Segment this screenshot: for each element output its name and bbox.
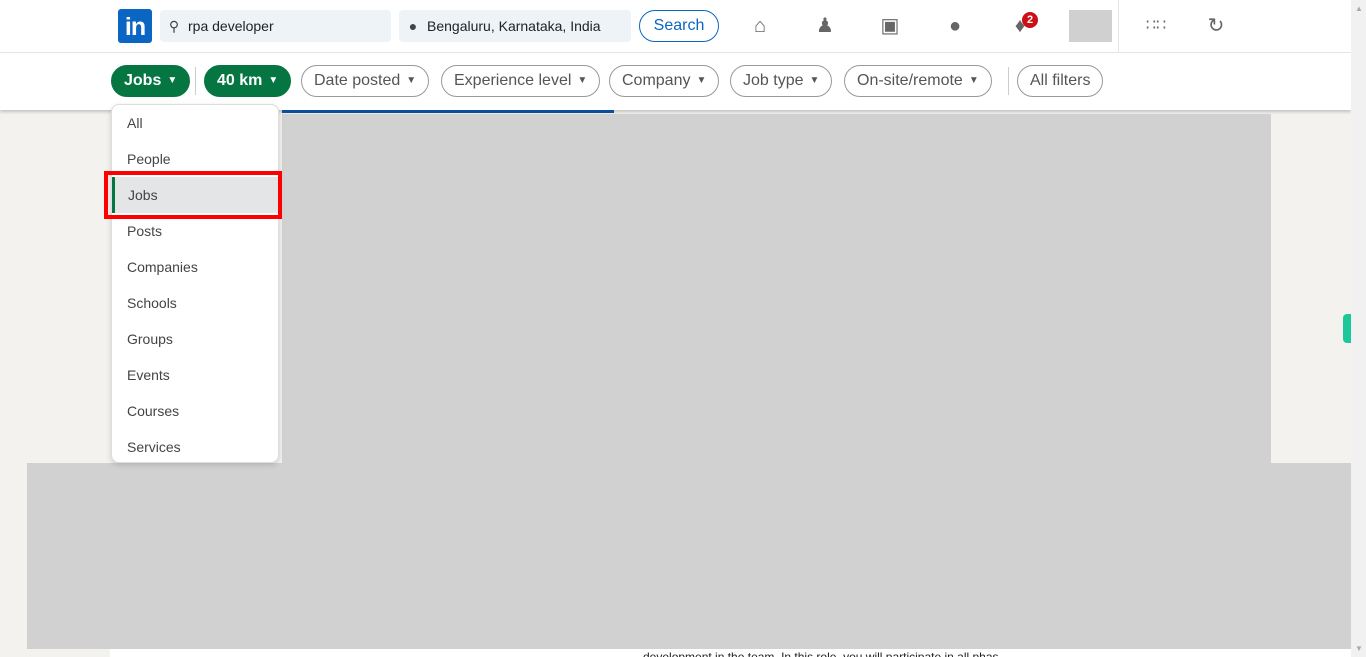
top-nav: in ⚲ rpa developer ● Bengaluru, Karnataka,… — [0, 0, 1351, 53]
advertise-icon[interactable]: ↻ — [1204, 14, 1228, 38]
jobs-icon[interactable]: ▣ — [878, 14, 902, 38]
home-icon[interactable]: ⌂ — [748, 14, 772, 38]
redacted-region — [282, 114, 1271, 463]
filter-company[interactable]: Company ▼ — [609, 65, 720, 97]
filter-jobs[interactable]: Jobs ▼ — [111, 65, 191, 97]
filter-experience-level[interactable]: Experience level ▼ — [441, 65, 601, 97]
linkedin-logo[interactable]: in — [118, 9, 152, 43]
job-list-top-border — [282, 110, 614, 113]
dropdown-item-events[interactable]: Events — [112, 357, 278, 393]
dropdown-item-schools[interactable]: Schools — [112, 285, 278, 321]
filter-job-type[interactable]: Job type ▼ — [730, 65, 833, 97]
caret-down-icon: ▼ — [406, 75, 417, 86]
my-network-icon[interactable]: ♟ — [813, 14, 837, 38]
search-button[interactable]: Search — [639, 10, 719, 42]
notification-badge: 2 — [1022, 12, 1038, 28]
location-value[interactable]: Bengaluru, Karnataka, India — [427, 18, 601, 34]
divider — [1118, 0, 1119, 52]
filter-date-posted[interactable]: Date posted ▼ — [301, 65, 430, 97]
search-value[interactable]: rpa developer — [188, 18, 274, 34]
search-icon: ⚲ — [168, 17, 180, 34]
search-input[interactable]: ⚲ rpa developer — [160, 10, 391, 42]
location-input[interactable]: ● Bengaluru, Karnataka, India — [399, 10, 631, 42]
messaging-icon[interactable]: ● — [943, 14, 967, 38]
scroll-down-icon[interactable]: ▼ — [1355, 644, 1363, 653]
highlight-box — [104, 171, 282, 219]
redacted-region — [27, 463, 1351, 649]
dropdown-item-groups[interactable]: Groups — [112, 321, 278, 357]
job-description-text: development in the team. In this role, y… — [643, 650, 999, 657]
caret-down-icon: ▼ — [268, 75, 279, 86]
divider — [1008, 67, 1009, 95]
scrollbar[interactable]: ▲ ▼ — [1351, 0, 1366, 657]
divider — [195, 67, 196, 95]
filter-distance[interactable]: 40 km ▼ — [204, 65, 292, 97]
dropdown-item-all[interactable]: All — [112, 105, 278, 141]
caret-down-icon: ▼ — [696, 75, 707, 86]
dropdown-item-courses[interactable]: Courses — [112, 393, 278, 429]
caret-down-icon: ▼ — [968, 75, 979, 86]
apps-grid-icon[interactable]: ∷∷ — [1144, 14, 1168, 38]
caret-down-icon: ▼ — [167, 75, 178, 86]
dropdown-item-services[interactable]: Services — [112, 429, 278, 465]
search-type-dropdown: All People Jobs Posts Companies Schools … — [111, 104, 279, 463]
scroll-up-icon[interactable]: ▲ — [1355, 4, 1363, 13]
caret-down-icon: ▼ — [809, 75, 820, 86]
all-filters-button[interactable]: All filters — [1017, 65, 1104, 97]
side-tab[interactable] — [1343, 314, 1351, 343]
dropdown-item-companies[interactable]: Companies — [112, 249, 278, 285]
filter-onsite-remote[interactable]: On-site/remote ▼ — [844, 65, 992, 97]
location-pin-icon: ● — [408, 18, 418, 34]
avatar[interactable] — [1069, 10, 1112, 42]
filter-bar: Jobs ▼ 40 km ▼ Date posted ▼ Experience lev… — [0, 53, 1351, 110]
caret-down-icon: ▼ — [577, 75, 588, 86]
